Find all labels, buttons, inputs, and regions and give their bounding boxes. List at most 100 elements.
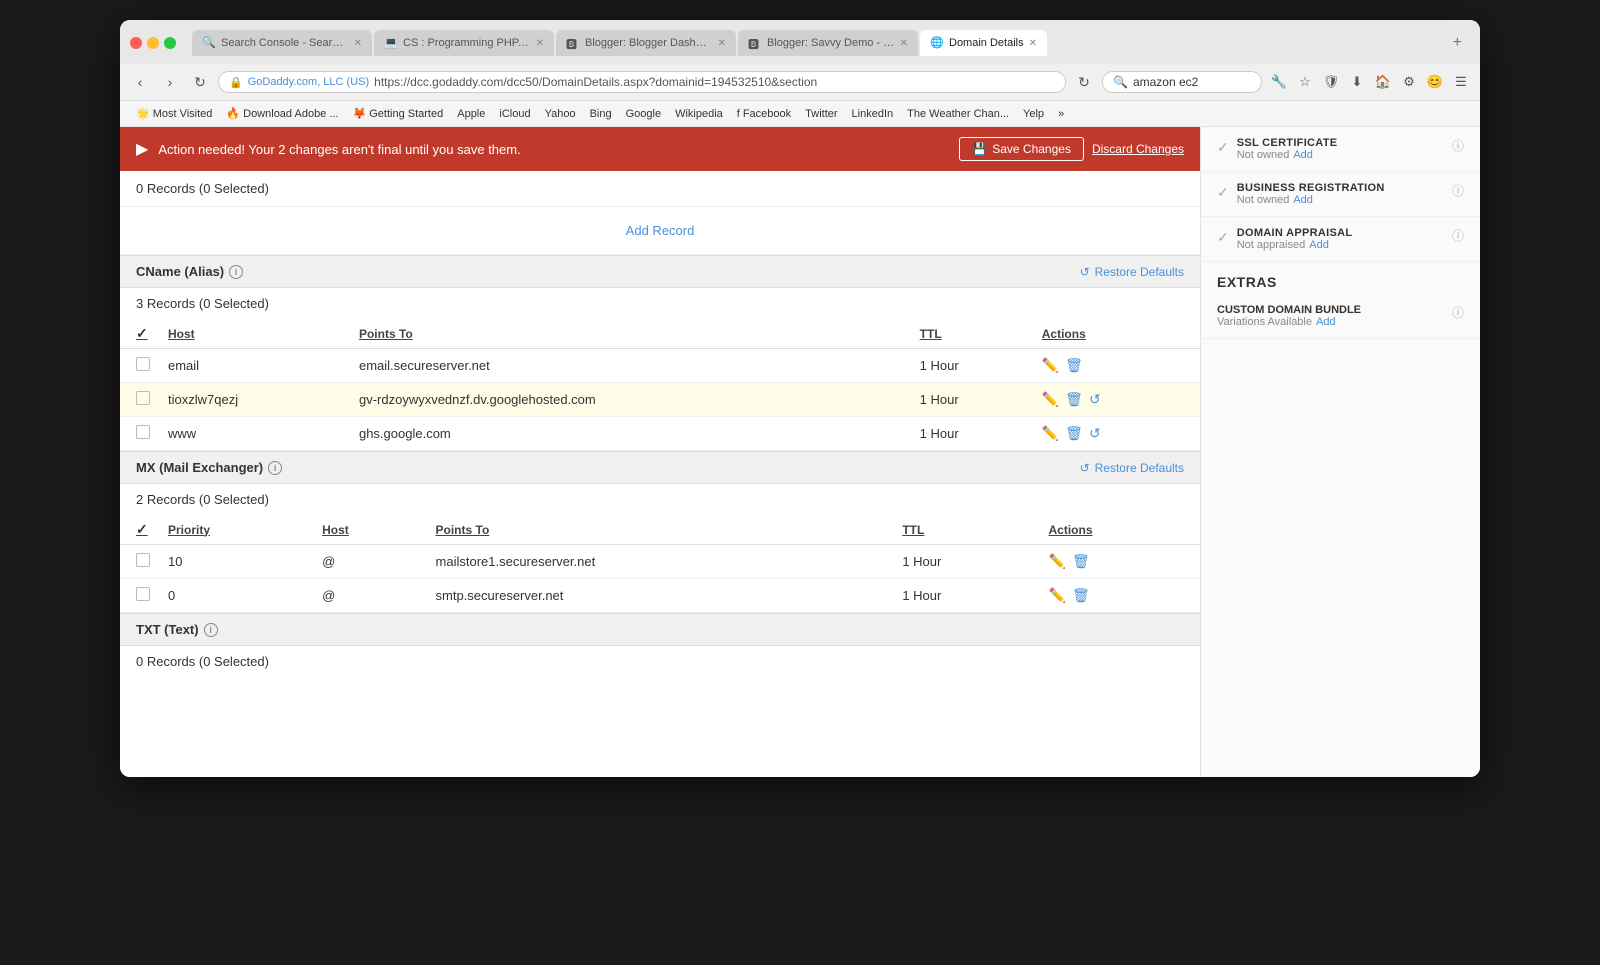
bookmark-label-bk4: Apple — [457, 108, 485, 120]
mx-col-check: ✓ — [120, 515, 160, 545]
content-area: ▶ Action needed! Your 2 changes aren't f… — [120, 127, 1480, 777]
star-icon[interactable]: ☆ — [1294, 71, 1316, 93]
mx-table: ✓ Priority Host Points To TTL Actions 10… — [120, 515, 1200, 613]
delete-icon-cname3[interactable]: 🗑 — [1065, 425, 1083, 442]
checkbox-cname3[interactable] — [136, 425, 150, 439]
menu-icon[interactable]: ☰ — [1450, 71, 1472, 93]
txt-records-count: 0 Records (0 Selected) — [120, 646, 1200, 677]
add-record-link[interactable]: Add Record — [626, 223, 695, 238]
mx-select-all-check[interactable]: ✓ — [136, 521, 148, 537]
mx-col-ttl[interactable]: TTL — [894, 515, 1040, 545]
mx-checkbox-mx2[interactable] — [136, 587, 150, 601]
bookmark-bk12[interactable]: LinkedIn — [846, 106, 900, 122]
tab-close-tab4[interactable]: ✕ — [900, 38, 908, 49]
mx-delete-icon-mx1[interactable]: 🗑 — [1072, 553, 1090, 570]
maximize-button[interactable] — [164, 37, 176, 49]
bookmark-bk14[interactable]: Yelp — [1017, 106, 1050, 122]
bookmark-bk3[interactable]: 🦊Getting Started — [347, 105, 450, 122]
mx-restore-defaults[interactable]: ↺ Restore Defaults — [1080, 461, 1184, 475]
mx-col-points[interactable]: Points To — [428, 515, 895, 545]
cname-restore-defaults[interactable]: ↺ Restore Defaults — [1080, 265, 1184, 279]
tab-tab5[interactable]: 🌐 Domain Details ✕ — [920, 30, 1047, 56]
mx-delete-icon-mx2[interactable]: 🗑 — [1072, 587, 1090, 604]
bookmark-label-bk3: Getting Started — [369, 108, 443, 120]
edit-icon-cname2[interactable]: ✏️ — [1042, 391, 1059, 408]
discard-changes-button[interactable]: Discard Changes — [1092, 142, 1184, 156]
forward-button[interactable]: › — [158, 70, 182, 94]
back-button[interactable]: ‹ — [128, 70, 152, 94]
bookmark-bk13[interactable]: The Weather Chan... — [901, 106, 1015, 122]
bookmark-bk4[interactable]: Apple — [451, 106, 491, 122]
business-add-link[interactable]: Add — [1293, 194, 1313, 206]
delete-icon-cname2[interactable]: 🗑 — [1065, 391, 1083, 408]
custom-domain-add-link[interactable]: Add — [1316, 316, 1336, 328]
select-all-check[interactable]: ✓ — [136, 325, 148, 341]
nav-bar: ‹ › ↻ 🔒 GoDaddy.com, LLC (US) https://dc… — [120, 64, 1480, 101]
domain-appraisal-info-icon[interactable]: ⓘ — [1452, 227, 1464, 244]
custom-domain-title: CUSTOM DOMAIN BUNDLE — [1217, 304, 1361, 316]
tab-tab1[interactable]: 🔍 Search Console - Search A... ✕ — [192, 30, 372, 56]
tab-tab2[interactable]: 💻 CS : Programming PHP, JQ... ✕ — [374, 30, 554, 56]
cname-col-host[interactable]: Host — [160, 319, 351, 349]
bookmark-bk5[interactable]: iCloud — [493, 106, 536, 122]
cname-info-icon[interactable]: i — [229, 265, 243, 279]
reload-button[interactable]: ↻ — [188, 70, 212, 94]
ssl-add-link[interactable]: Add — [1293, 149, 1313, 161]
cname-col-ttl[interactable]: TTL — [912, 319, 1034, 349]
checkbox-cname1[interactable] — [136, 357, 150, 371]
mx-info-icon[interactable]: i — [268, 461, 282, 475]
emoji-icon[interactable]: 😊 — [1424, 71, 1446, 93]
alert-actions: 💾 Save Changes Discard Changes — [959, 137, 1184, 161]
bookmark-bk15[interactable]: » — [1052, 106, 1070, 122]
mx-checkbox-mx1[interactable] — [136, 553, 150, 567]
bookmark-bk10[interactable]: fFacebook — [731, 106, 797, 122]
mx-col-priority[interactable]: Priority — [160, 515, 314, 545]
bookmark-bk2[interactable]: 🔥Download Adobe ... — [220, 105, 344, 122]
mx-row-ttl-mx2: 1 Hour — [894, 579, 1040, 613]
extensions-icon[interactable]: ⚙ — [1398, 71, 1420, 93]
txt-info-icon[interactable]: i — [204, 623, 218, 637]
undo-icon-cname3[interactable]: ↺ — [1089, 425, 1101, 442]
bookmark-label-bk11: Twitter — [805, 108, 837, 120]
search-bar[interactable]: 🔍 amazon ec2 — [1102, 71, 1262, 93]
cname-col-points[interactable]: Points To — [351, 319, 912, 349]
domain-appraisal-add-link[interactable]: Add — [1309, 239, 1329, 251]
save-changes-button[interactable]: 💾 Save Changes — [959, 137, 1084, 161]
tab-close-tab1[interactable]: ✕ — [354, 38, 362, 49]
tools-icon[interactable]: 🔧 — [1268, 71, 1290, 93]
tab-close-tab3[interactable]: ✕ — [718, 38, 726, 49]
address-bar[interactable]: 🔒 GoDaddy.com, LLC (US) https://dcc.goda… — [218, 71, 1066, 93]
domain-appraisal-title: DOMAIN APPRAISAL — [1237, 227, 1444, 239]
ssl-info-icon[interactable]: ⓘ — [1452, 137, 1464, 154]
tab-close-tab5[interactable]: ✕ — [1029, 38, 1037, 49]
download-icon[interactable]: ⬇ — [1346, 71, 1368, 93]
tab-close-tab2[interactable]: ✕ — [536, 38, 544, 49]
mx-edit-icon-mx1[interactable]: ✏️ — [1049, 553, 1066, 570]
bookmark-bk8[interactable]: Google — [620, 106, 667, 122]
refresh-button[interactable]: ↻ — [1072, 70, 1096, 94]
undo-icon-cname2[interactable]: ↺ — [1089, 391, 1101, 408]
bookmark-bk11[interactable]: Twitter — [799, 106, 843, 122]
home-icon[interactable]: 🏠 — [1372, 71, 1394, 93]
bookmark-label-bk1: Most Visited — [153, 108, 213, 120]
business-info-icon[interactable]: ⓘ — [1452, 182, 1464, 199]
tab-tab3[interactable]: 🅱 Blogger: Blogger Dashboard ✕ — [556, 30, 736, 56]
bookmark-bk7[interactable]: Bing — [584, 106, 618, 122]
cname-row-actions-cname2: ✏️ 🗑 ↺ — [1034, 383, 1200, 417]
mx-table-header: ✓ Priority Host Points To TTL Actions — [120, 515, 1200, 545]
tab-tab4[interactable]: 🅱 Blogger: Savvy Demo - Bas... ✕ — [738, 30, 918, 56]
delete-icon-cname1[interactable]: 🗑 — [1065, 357, 1083, 374]
new-tab-button[interactable]: + — [1445, 28, 1470, 58]
edit-icon-cname3[interactable]: ✏️ — [1042, 425, 1059, 442]
checkbox-cname2[interactable] — [136, 391, 150, 405]
close-button[interactable] — [130, 37, 142, 49]
custom-domain-info-icon[interactable]: ⓘ — [1452, 304, 1464, 321]
bookmark-bk1[interactable]: 🌟Most Visited — [130, 105, 218, 122]
edit-icon-cname1[interactable]: ✏️ — [1042, 357, 1059, 374]
mx-col-host[interactable]: Host — [314, 515, 427, 545]
shield-icon[interactable]: 🛡 — [1320, 71, 1342, 93]
minimize-button[interactable] — [147, 37, 159, 49]
bookmark-bk6[interactable]: Yahoo — [539, 106, 582, 122]
mx-edit-icon-mx2[interactable]: ✏️ — [1049, 587, 1066, 604]
bookmark-bk9[interactable]: Wikipedia — [669, 106, 729, 122]
